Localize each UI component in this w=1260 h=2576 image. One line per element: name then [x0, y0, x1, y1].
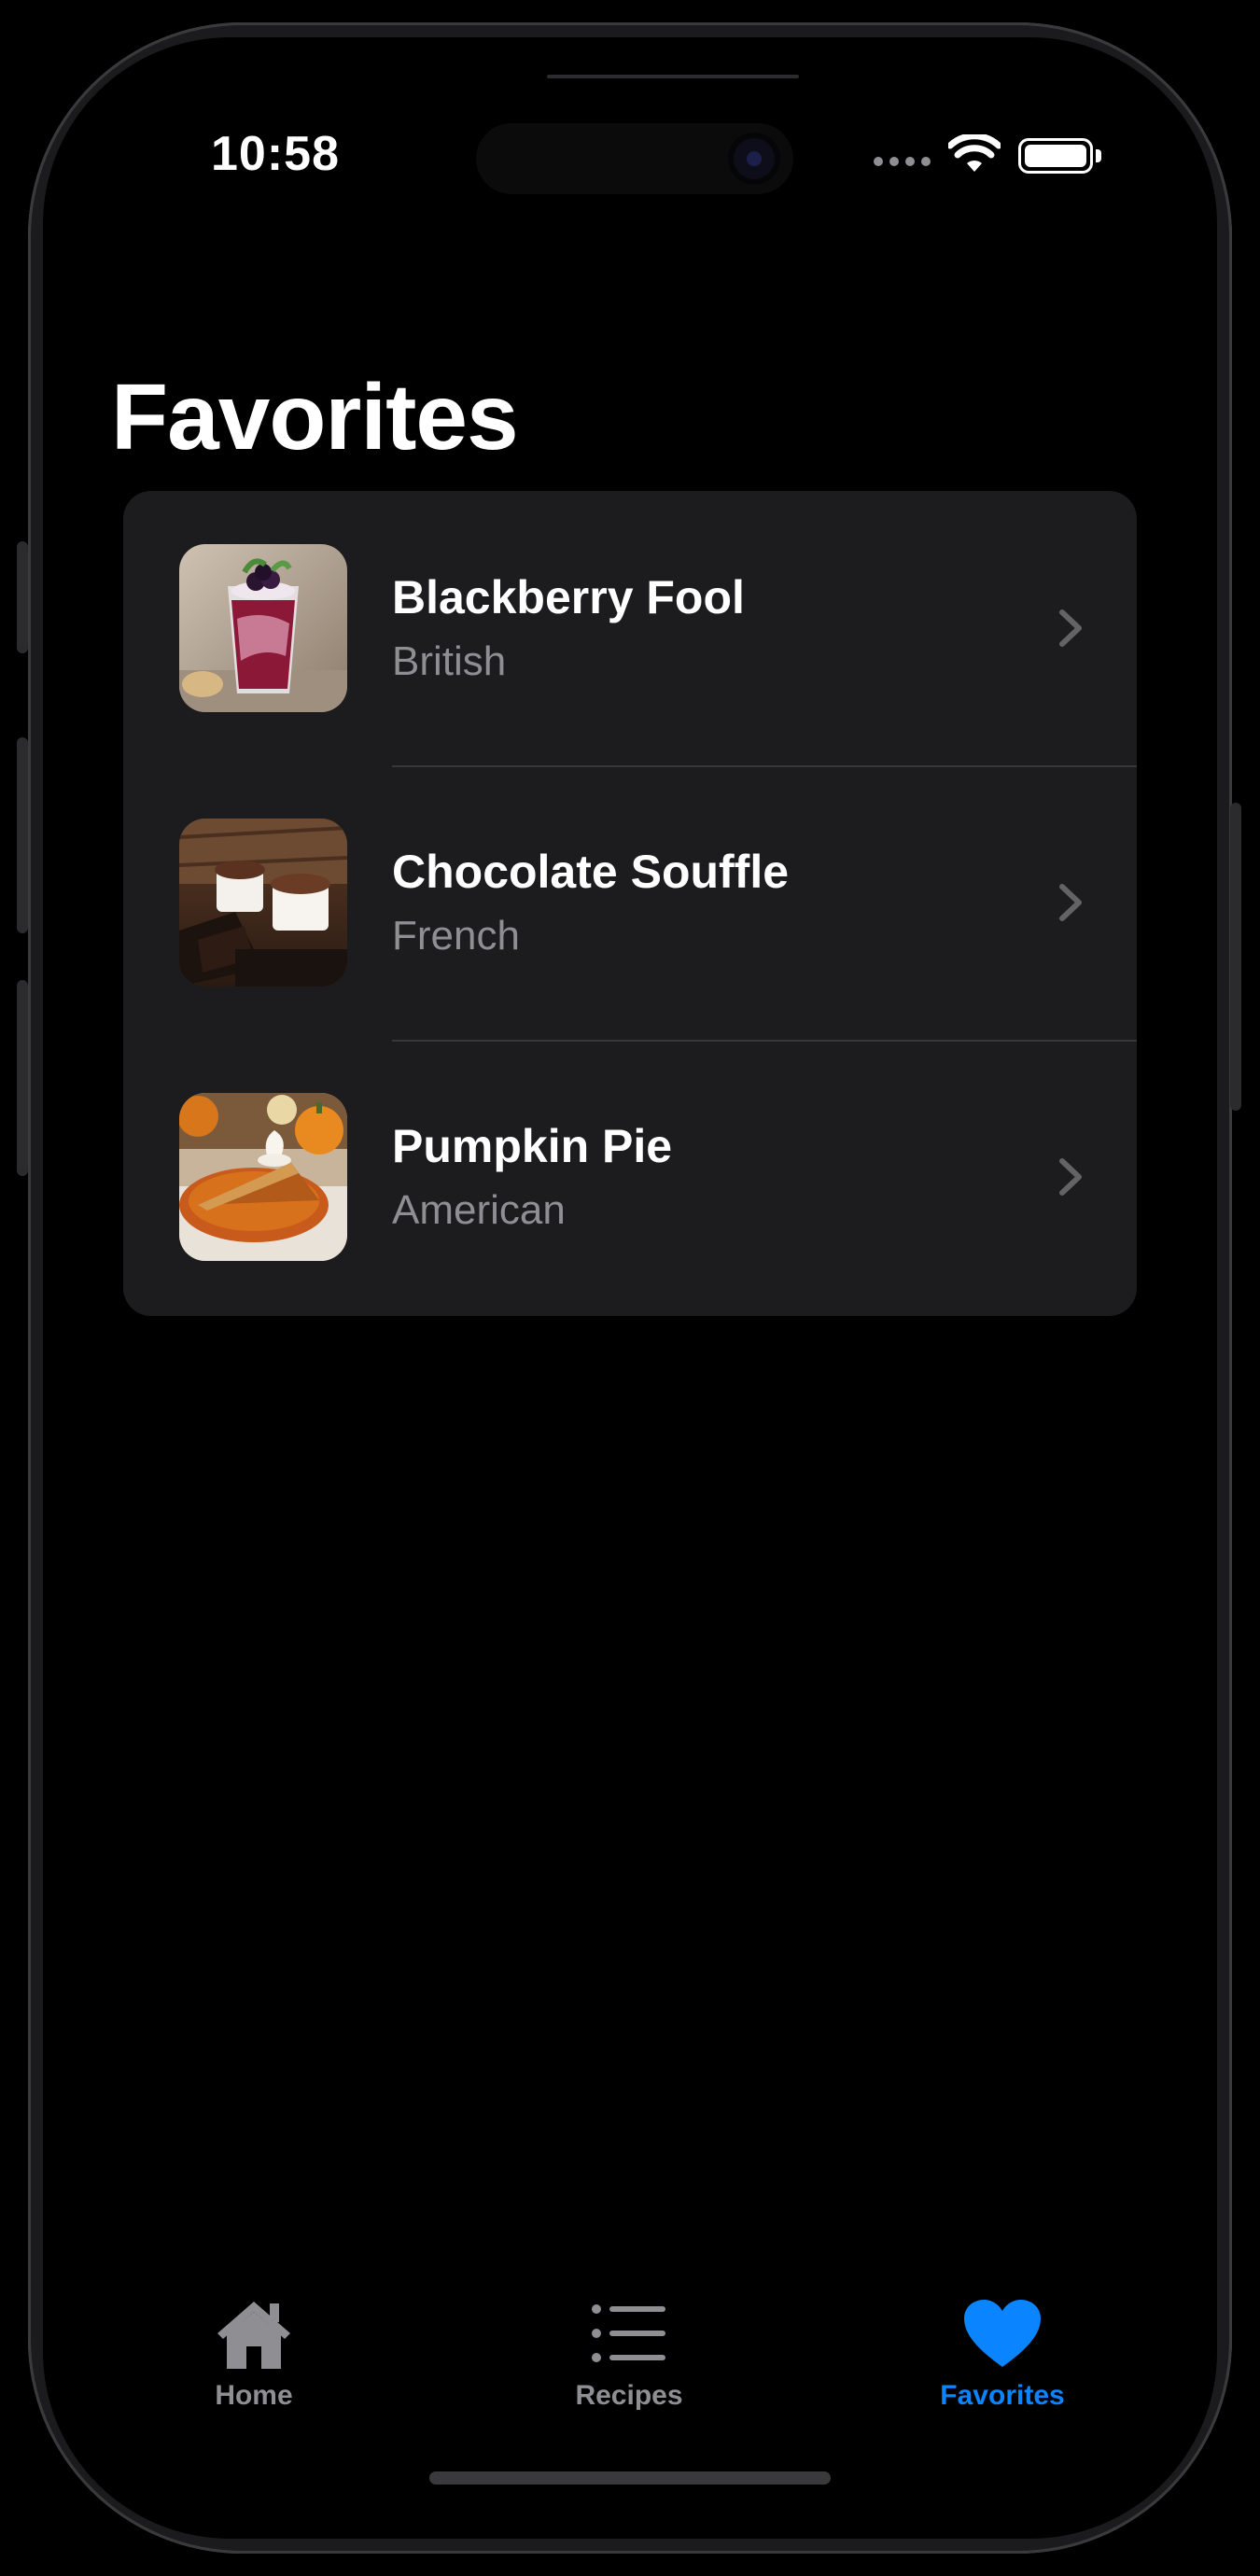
tab-label: Recipes [575, 2380, 683, 2411]
wifi-icon [948, 134, 1001, 172]
list-item[interactable]: Blackberry Fool British [123, 491, 1137, 765]
recipe-name: Blackberry Fool [392, 571, 745, 623]
row-text: Pumpkin Pie American [392, 1118, 672, 1238]
speaker-grille [547, 75, 799, 78]
row-text: Blackberry Fool British [392, 569, 745, 689]
camera-icon [734, 138, 775, 179]
heart-icon [964, 2300, 1041, 2367]
list-item[interactable]: Pumpkin Pie American [123, 1040, 1137, 1314]
recipe-name: Chocolate Souffle [392, 846, 790, 898]
tab-favorites[interactable]: Favorites [890, 2296, 1114, 2436]
recipe-name: Pumpkin Pie [392, 1120, 673, 1172]
tab-home[interactable]: Home [142, 2296, 366, 2436]
cellular-signal-icon [874, 157, 931, 166]
chocolate-souffle-photo [179, 819, 347, 987]
blackberry-fool-photo [179, 544, 347, 712]
page-title: Favorites [111, 365, 519, 469]
house-icon [217, 2302, 290, 2369]
tab-label: Favorites [940, 2380, 1065, 2411]
volume-down-button [17, 980, 28, 1176]
list-item[interactable]: Chocolate Souffle French [123, 765, 1137, 1040]
recipe-cuisine: British [392, 638, 507, 684]
power-button [1230, 803, 1241, 1111]
tab-label: Home [215, 2380, 293, 2411]
chevron-right-icon [1059, 884, 1082, 921]
pumpkin-pie-photo [179, 1093, 347, 1261]
screen: 10:58 Favorites Blackberry Fool British … [43, 37, 1217, 2539]
status-time: 10:58 [211, 127, 340, 181]
chevron-right-icon [1059, 609, 1082, 647]
tab-bar: Home Recipes Favorites [43, 2296, 1217, 2464]
battery-nub [1096, 149, 1101, 162]
tab-recipes[interactable]: Recipes [517, 2296, 741, 2436]
recipe-cuisine: American [392, 1187, 566, 1233]
battery-icon [1018, 138, 1093, 174]
home-indicator[interactable] [429, 2471, 831, 2485]
list-icon [592, 2304, 665, 2362]
recipe-cuisine: French [392, 913, 520, 959]
row-text: Chocolate Souffle French [392, 844, 789, 963]
silent-switch [17, 541, 28, 653]
favorites-list: Blackberry Fool British Chocolate Souffl… [123, 491, 1137, 1316]
chevron-right-icon [1059, 1158, 1082, 1196]
volume-up-button [17, 737, 28, 933]
